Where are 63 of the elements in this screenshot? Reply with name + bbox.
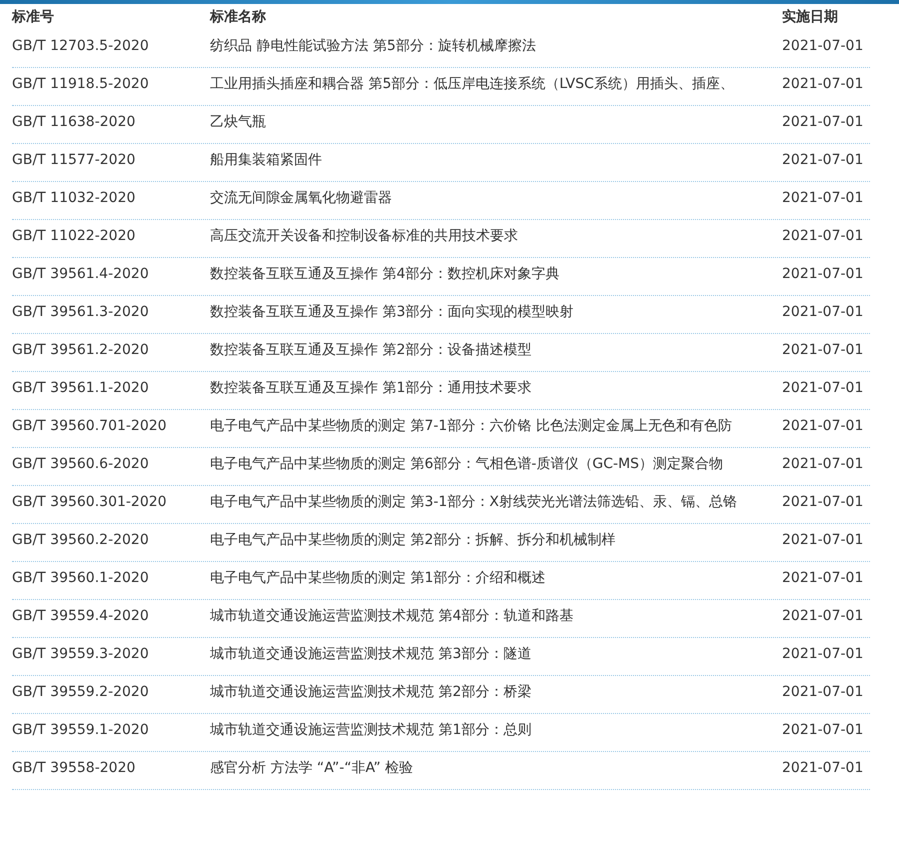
- table-cell-text: 数控装备互联互通及互操作 第1部分：通用技术要求: [210, 379, 532, 398]
- table-cell-text: GB/T 39560.2-2020: [12, 531, 150, 550]
- table-cell-text: 2021-07-01: [782, 75, 864, 94]
- table-cell-text: 电子电气产品中某些物质的测定 第3-1部分：X射线荧光光谱法筛选铅、汞、镉、总铬: [210, 493, 738, 512]
- table-cell-text: 电子电气产品中某些物质的测定 第1部分：介绍和概述: [210, 569, 546, 588]
- table-cell-text: 2021-07-01: [782, 37, 864, 56]
- table-cell-text: 2021-07-01: [782, 569, 864, 588]
- table-cell-text: 城市轨道交通设施运营监测技术规范 第1部分：总则: [210, 721, 532, 740]
- table-cell-text: 电子电气产品中某些物质的测定 第6部分：气相色谱-质谱仪（GC-MS）测定聚合物: [210, 455, 724, 474]
- table-cell-text: GB/T 39560.1-2020: [12, 569, 150, 588]
- table-cell-text: GB/T 39558-2020: [12, 759, 136, 778]
- table-cell-text: GB/T 39560.701-2020: [12, 417, 168, 436]
- table-cell-text: 城市轨道交通设施运营监测技术规范 第2部分：桥梁: [210, 683, 532, 702]
- table-cell-text: 2021-07-01: [782, 341, 864, 360]
- table-cell-text: 城市轨道交通设施运营监测技术规范 第3部分：隧道: [210, 645, 532, 664]
- table-cell-text: GB/T 11577-2020: [12, 151, 136, 170]
- table-cell-text: 2021-07-01: [782, 151, 864, 170]
- table-cell-text: 感官分析 方法学 “A”-“非A” 检验: [210, 759, 414, 778]
- table-cell-text: 2021-07-01: [782, 113, 864, 132]
- table-cell-text: 2021-07-01: [782, 759, 864, 778]
- table-cell-text: 2021-07-01: [782, 303, 864, 322]
- table-cell-text: 工业用插头插座和耦合器 第5部分：低压岸电连接系统（LVSC系统）用插头、插座、: [210, 75, 735, 94]
- table-cell-text: GB/T 39559.3-2020: [12, 645, 150, 664]
- table-cell-text: 数控装备互联互通及互操作 第2部分：设备描述模型: [210, 341, 532, 360]
- table-cell-text: GB/T 39559.1-2020: [12, 721, 150, 740]
- table-cell-text: GB/T 11032-2020: [12, 189, 136, 208]
- table-cell-text: GB/T 39560.6-2020: [12, 455, 150, 474]
- table-cell-text: GB/T 11918.5-2020: [12, 75, 150, 94]
- table-cell-text: GB/T 39559.2-2020: [12, 683, 150, 702]
- table-cell-text: 2021-07-01: [782, 531, 864, 550]
- table-cell-text: 2021-07-01: [782, 189, 864, 208]
- table-cell-text: 2021-07-01: [782, 455, 864, 474]
- table-cell-text: GB/T 39561.3-2020: [12, 303, 150, 322]
- column-header: 标准名称: [210, 8, 267, 26]
- table-cell-text: GB/T 39559.4-2020: [12, 607, 150, 626]
- table-cell-text: 数控装备互联互通及互操作 第3部分：面向实现的模型映射: [210, 303, 574, 322]
- column-header: 标准号: [12, 8, 55, 26]
- table-cell-text: 2021-07-01: [782, 493, 864, 512]
- column-header: 实施日期: [782, 8, 838, 26]
- table-cell-text: 高压交流开关设备和控制设备标准的共用技术要求: [210, 227, 519, 246]
- table-cell-text: GB/T 12703.5-2020: [12, 37, 150, 56]
- table-cell-text: 交流无间隙金属氧化物避雷器: [210, 189, 393, 208]
- table-cell-text: 2021-07-01: [782, 645, 864, 664]
- table-cell-text: GB/T 39561.4-2020: [12, 265, 150, 284]
- table-cell-text: GB/T 11022-2020: [12, 227, 136, 246]
- table-cell-text: 2021-07-01: [782, 607, 864, 626]
- table-cell-text: 2021-07-01: [782, 265, 864, 284]
- table-cell-text: 电子电气产品中某些物质的测定 第2部分：拆解、拆分和机械制样: [210, 531, 616, 550]
- table-cell-text: GB/T 39561.1-2020: [12, 379, 150, 398]
- table-cell-text: 2021-07-01: [782, 721, 864, 740]
- table-cell-text: 数控装备互联互通及互操作 第4部分：数控机床对象字典: [210, 265, 560, 284]
- table-cell-text: 电子电气产品中某些物质的测定 第7-1部分：六价铬 比色法测定金属上无色和有色防: [210, 417, 733, 436]
- table-cell-text: GB/T 39560.301-2020: [12, 493, 168, 512]
- table-cell-text: 船用集装箱紧固件: [210, 151, 323, 170]
- table-cell-text: 2021-07-01: [782, 227, 864, 246]
- table-cell-text: 纺织品 静电性能试验方法 第5部分：旋转机械摩擦法: [210, 37, 537, 56]
- table-cell-text: 2021-07-01: [782, 417, 864, 436]
- table-cell-text: 2021-07-01: [782, 379, 864, 398]
- table-cell-text: 城市轨道交通设施运营监测技术规范 第4部分：轨道和路基: [210, 607, 574, 626]
- table-cell-text: 乙炔气瓶: [210, 113, 267, 132]
- table-cell-text: GB/T 11638-2020: [12, 113, 136, 132]
- table-cell-text: GB/T 39561.2-2020: [12, 341, 150, 360]
- table-cell-text: 2021-07-01: [782, 683, 864, 702]
